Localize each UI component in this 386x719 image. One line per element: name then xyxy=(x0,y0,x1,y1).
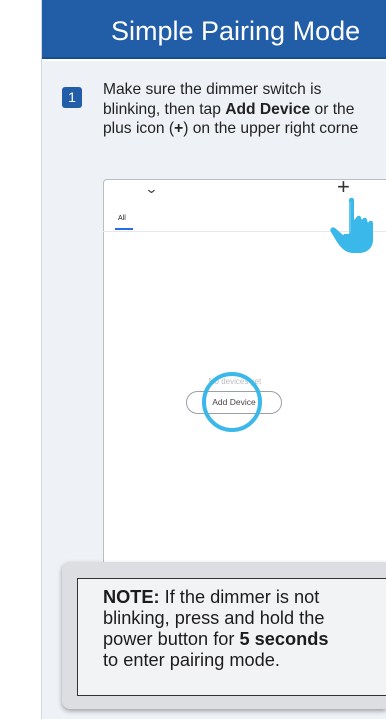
note-line-4: to enter pairing mode. xyxy=(103,650,280,670)
note-line-2: blinking, press and hold the xyxy=(103,608,325,628)
step-line-2: blinking, then tap Add Device or the xyxy=(103,100,355,118)
five-seconds-emphasis: 5 seconds xyxy=(239,629,329,649)
chevron-down-icon[interactable]: ⌄ xyxy=(144,181,158,197)
section-header: Simple Pairing Mode xyxy=(42,0,386,59)
tab-all[interactable]: All xyxy=(118,215,126,222)
tap-hand-icon xyxy=(330,197,373,253)
tab-active-indicator xyxy=(115,228,133,230)
plus-icon[interactable]: + xyxy=(337,176,350,198)
section-title: Simple Pairing Mode xyxy=(111,16,361,46)
highlight-circle xyxy=(202,372,262,432)
add-device-emphasis: Add Device xyxy=(225,100,311,118)
page-margin xyxy=(0,0,42,719)
note-label: NOTE: xyxy=(103,587,160,607)
step-instruction: Make sure the dimmer switch is blinking,… xyxy=(103,80,386,139)
note-box: NOTE: If the dimmer is not blinking, pre… xyxy=(77,578,386,696)
note-line-1: NOTE: If the dimmer is not xyxy=(103,587,320,607)
note-line-3: power button for 5 seconds xyxy=(103,629,329,649)
step-number-badge: 1 xyxy=(62,87,82,108)
step-line-1: Make sure the dimmer switch is xyxy=(103,81,322,98)
plus-emphasis: + xyxy=(174,120,184,137)
step-line-3: plus icon (+) on the upper right corne xyxy=(103,120,359,137)
